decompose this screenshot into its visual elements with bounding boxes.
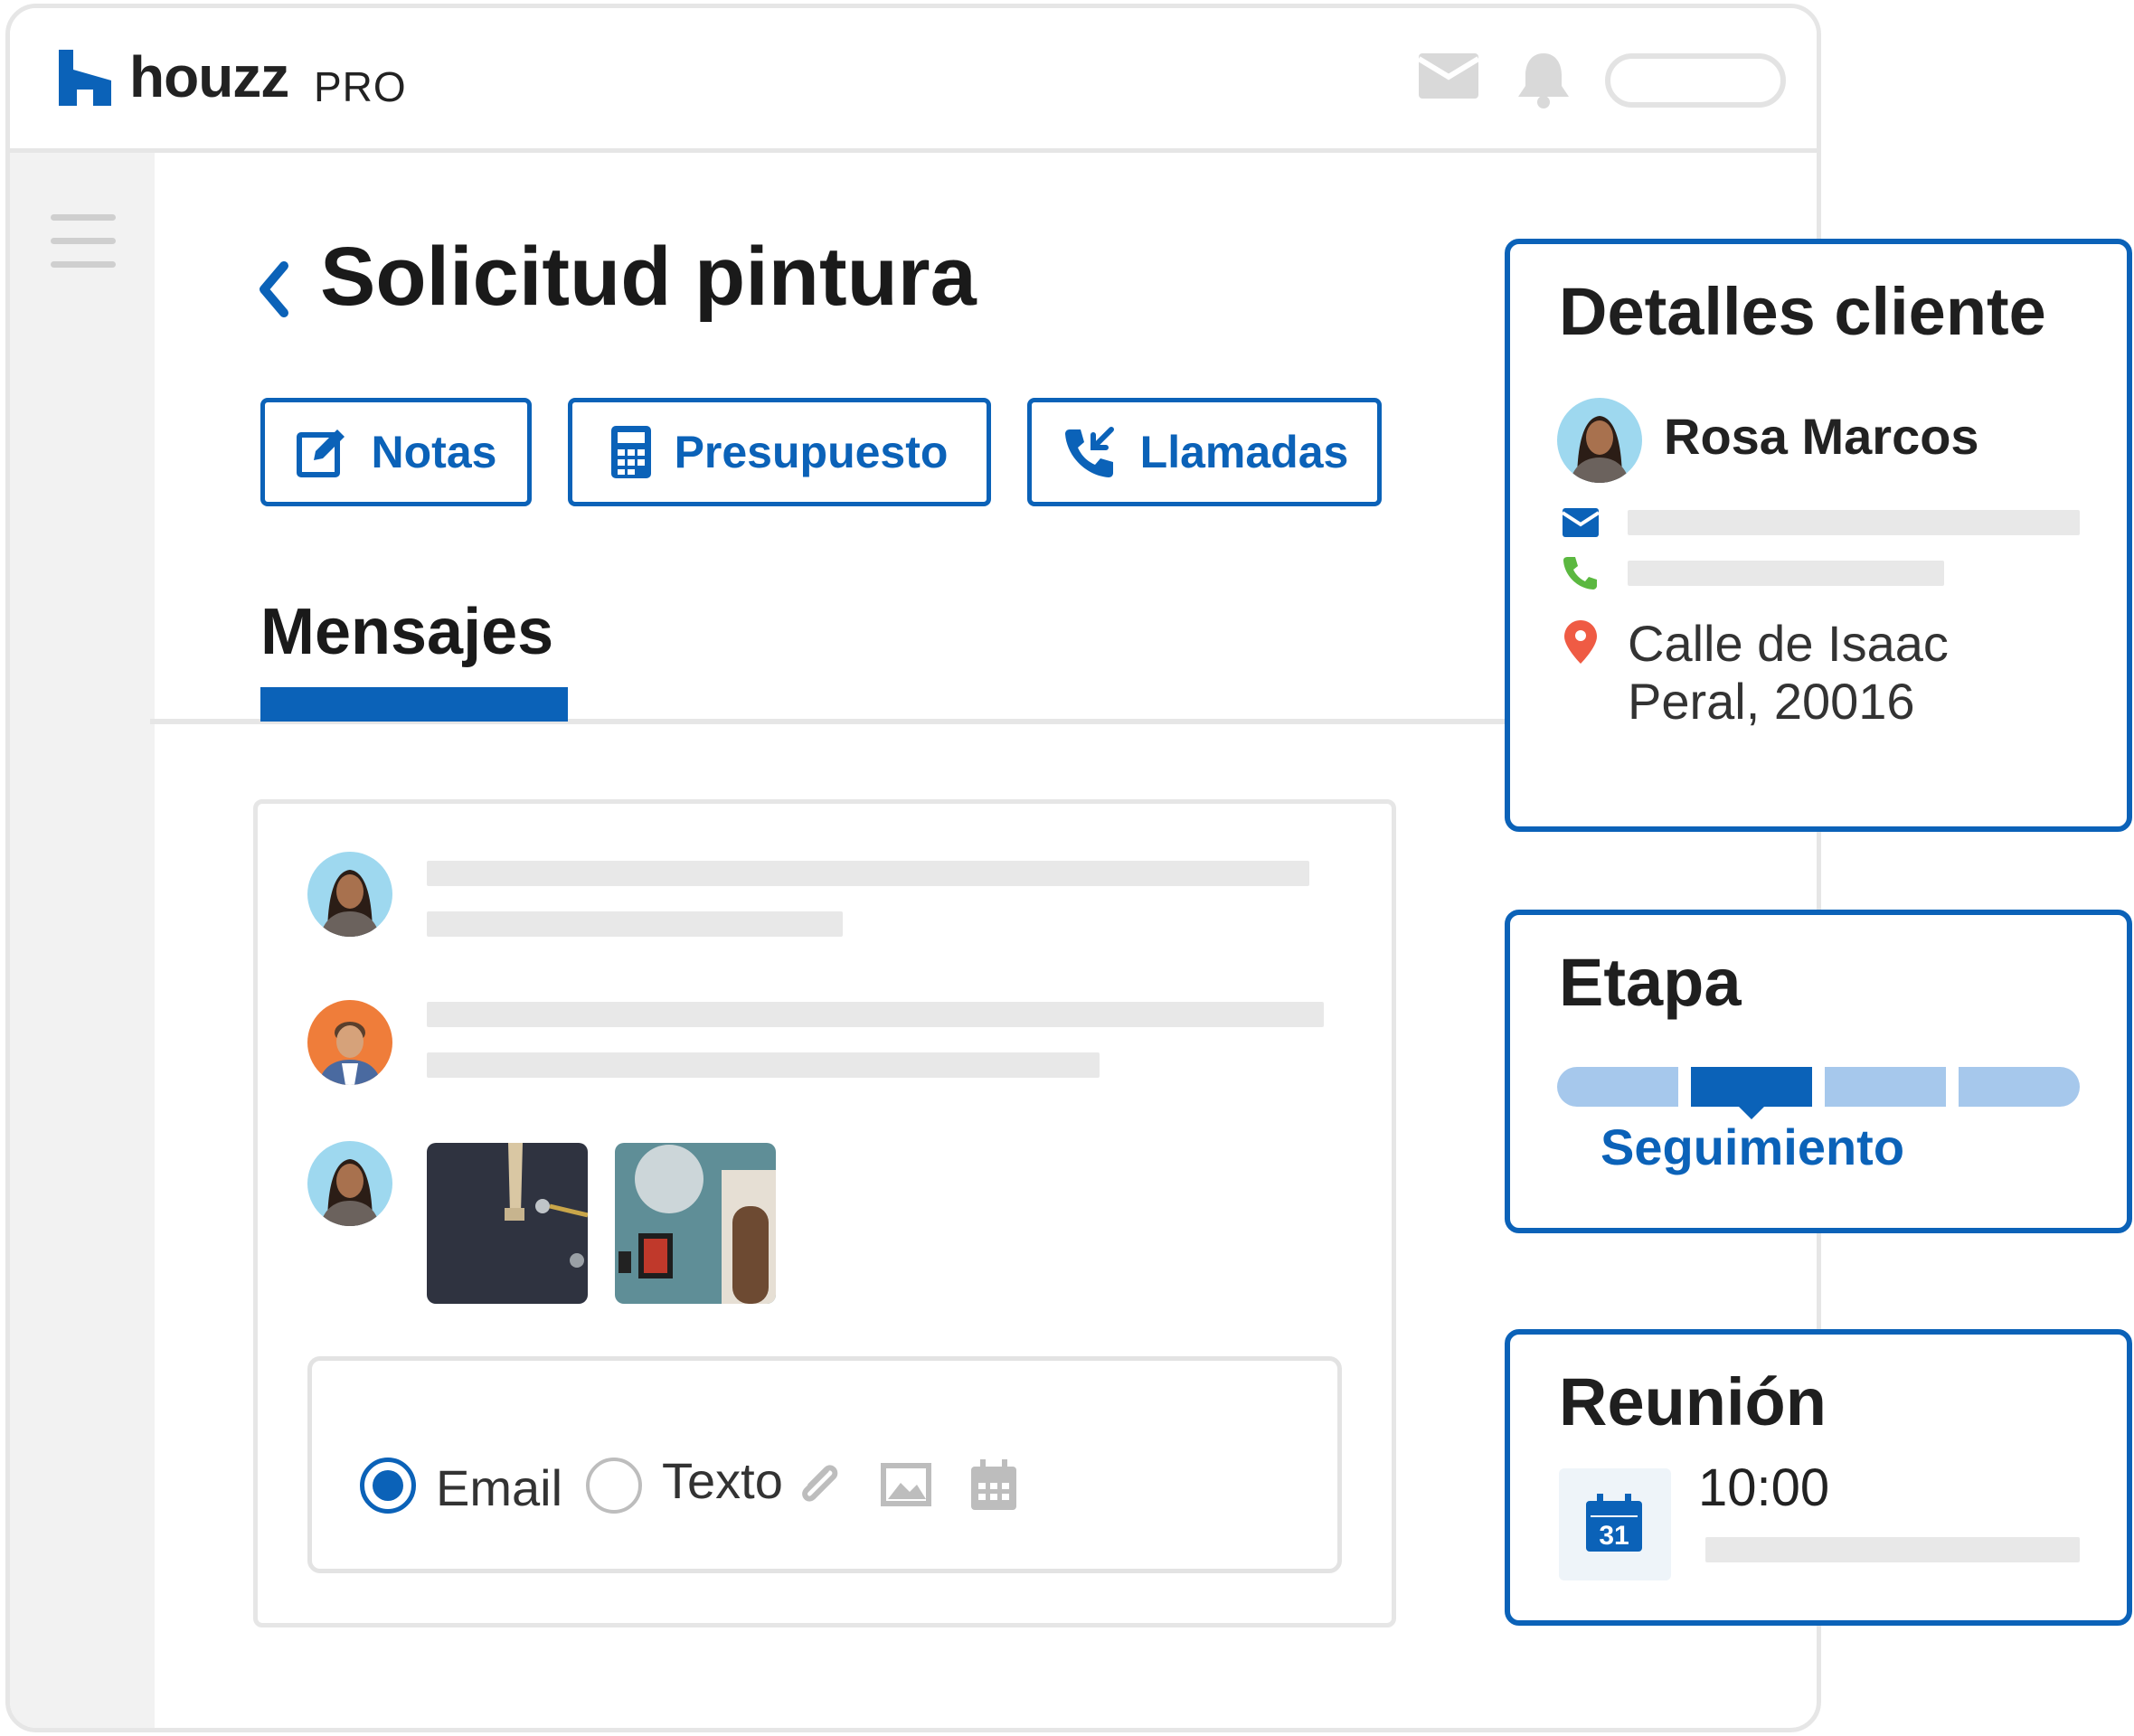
- address-line-2: Peral, 20016: [1628, 673, 1915, 731]
- client-avatar-icon: [320, 870, 380, 937]
- email-radio[interactable]: [360, 1458, 416, 1514]
- meeting-time: 10:00: [1698, 1458, 1830, 1517]
- stage-segment[interactable]: [1825, 1067, 1946, 1107]
- message-placeholder-line: [427, 1052, 1100, 1078]
- message-placeholder-line: [427, 911, 843, 937]
- brand-name: houzz: [129, 44, 289, 109]
- search-pill[interactable]: [1605, 53, 1786, 108]
- email-radio-label: Email: [436, 1459, 563, 1516]
- calendar-icon[interactable]: [971, 1459, 1016, 1510]
- sidebar: [10, 153, 155, 1728]
- photo-thumbnail: [427, 1143, 588, 1304]
- client-avatar-icon: [1570, 416, 1629, 483]
- hamburger-line: [51, 261, 116, 268]
- bell-icon[interactable]: [1515, 50, 1572, 109]
- client-card-title: Detalles cliente: [1559, 274, 2046, 349]
- incoming-call-icon: [1064, 427, 1114, 477]
- message-placeholder-line: [427, 1002, 1324, 1027]
- page-title: Solicitud pintura: [320, 231, 977, 323]
- image-icon[interactable]: [881, 1463, 931, 1506]
- houzz-logo-icon[interactable]: [59, 50, 111, 106]
- client-avatar-icon: [320, 1159, 380, 1226]
- meeting-detail-placeholder: [1705, 1537, 2080, 1562]
- tab-mensajes[interactable]: Mensajes: [260, 596, 553, 668]
- stage-pointer: [1739, 1107, 1764, 1119]
- stage-card-title: Etapa: [1559, 945, 1742, 1020]
- calendar-date-icon: 31: [1586, 1494, 1642, 1552]
- top-bar: houzz PRO: [10, 8, 1817, 153]
- avatar: [307, 852, 392, 937]
- location-pin-icon: [1564, 620, 1597, 664]
- client-address: Calle de Isaac Peral, 20016: [1628, 615, 1949, 731]
- avatar: [307, 1000, 392, 1085]
- email-icon: [1563, 508, 1599, 537]
- texto-radio-label: Texto: [662, 1452, 783, 1509]
- paperclip-icon[interactable]: [796, 1461, 843, 1508]
- photo-thumbnail: [615, 1143, 776, 1304]
- client-avatar: [1557, 398, 1642, 483]
- email-placeholder: [1628, 510, 2080, 535]
- edit-icon: [296, 429, 345, 477]
- phone-icon: [1563, 557, 1597, 590]
- stage-segment[interactable]: [1691, 1067, 1812, 1119]
- image-attachment[interactable]: [615, 1143, 776, 1304]
- texto-radio[interactable]: [586, 1458, 642, 1514]
- address-line-1: Calle de Isaac: [1628, 615, 1949, 672]
- back-chevron-icon[interactable]: [257, 260, 289, 318]
- image-attachment[interactable]: [427, 1143, 588, 1304]
- brand-suffix: PRO: [314, 63, 407, 110]
- pro-avatar-icon: [318, 1022, 382, 1085]
- presupuesto-label: Presupuesto: [674, 427, 949, 477]
- client-name: Rosa Marcos: [1664, 408, 1979, 465]
- mail-icon[interactable]: [1419, 53, 1478, 99]
- llamadas-label: Llamadas: [1139, 427, 1349, 477]
- notas-label: Notas: [371, 427, 497, 477]
- presupuesto-button[interactable]: Presupuesto: [568, 398, 991, 506]
- stage-segment[interactable]: [1557, 1067, 1678, 1107]
- calendar-day: 31: [1599, 1521, 1629, 1551]
- notas-button[interactable]: Notas: [260, 398, 532, 506]
- phone-placeholder: [1628, 561, 1944, 586]
- active-tab-indicator: [260, 687, 568, 722]
- calculator-icon: [610, 426, 651, 478]
- llamadas-button[interactable]: Llamadas: [1027, 398, 1382, 506]
- hamburger-menu-icon[interactable]: [51, 214, 116, 221]
- current-stage-label: Seguimiento: [1600, 1118, 1905, 1175]
- message-placeholder-line: [427, 861, 1309, 886]
- avatar: [307, 1141, 392, 1226]
- meeting-card-title: Reunión: [1559, 1364, 1827, 1439]
- stage-segment[interactable]: [1959, 1067, 2080, 1107]
- hamburger-line: [51, 238, 116, 244]
